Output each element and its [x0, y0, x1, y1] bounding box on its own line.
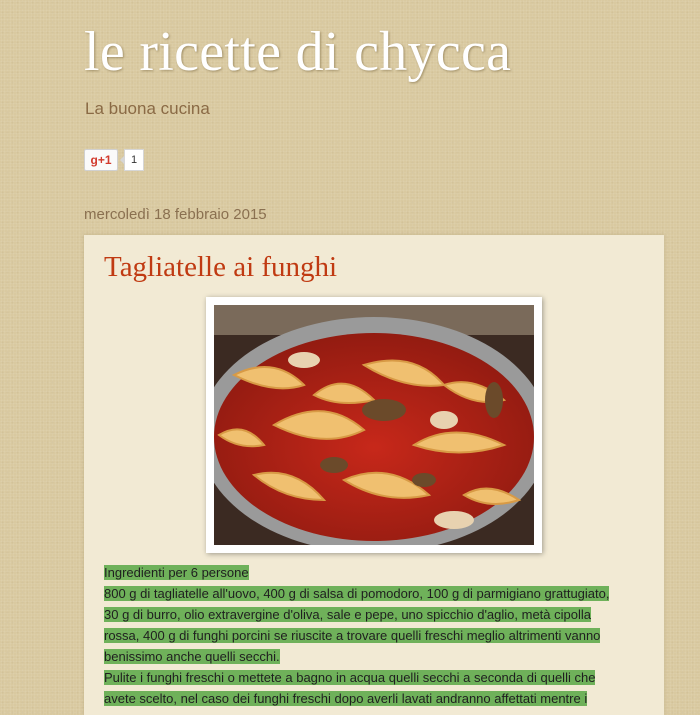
post-image[interactable]	[206, 297, 542, 553]
gplus-count: 1	[120, 149, 144, 171]
gplus-widget: g+1 1	[84, 149, 144, 171]
post-title[interactable]: Tagliatelle ai funghi	[104, 251, 337, 284]
post-date: mercoledì 18 febbraio 2015	[84, 206, 267, 223]
gplus-button[interactable]: g+1	[84, 149, 118, 171]
post-line-2: 800 g di tagliatelle all'uovo, 400 g di …	[104, 586, 610, 601]
pasta-photo-icon	[214, 305, 534, 545]
post-body: Ingredienti per 6 persone 800 g di tagli…	[104, 562, 644, 709]
post-line-6: Pulite i funghi freschi o mettete a bagn…	[104, 670, 596, 685]
blog-title[interactable]: le ricette di chycca	[84, 20, 511, 84]
post-line-3: 30 g di burro, olio extravergine d'oliva…	[104, 607, 591, 622]
blog-description: La buona cucina	[85, 99, 210, 118]
post-line-4: rossa, 400 g di funghi porcini se riusci…	[104, 628, 601, 643]
post-line-7: avete scelto, nel caso dei funghi fresch…	[104, 691, 588, 706]
post-container: Tagliatelle ai funghi Ingredienti per 6 …	[84, 235, 664, 715]
post-line-5: benissimo anche quelli secchi.	[104, 649, 280, 664]
post-line-1: Ingredienti per 6 persone	[104, 565, 249, 580]
